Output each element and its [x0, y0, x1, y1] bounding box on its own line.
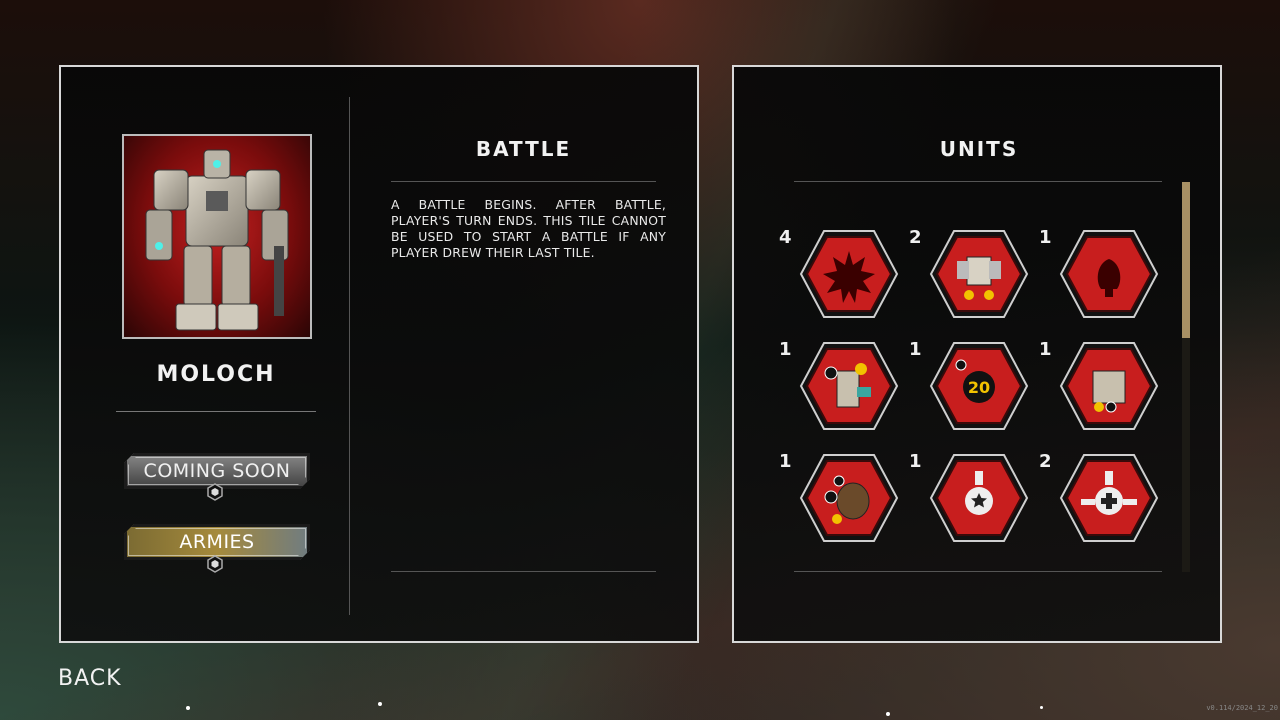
- vertical-divider: [349, 97, 350, 615]
- unit-count: 1: [779, 339, 792, 360]
- unit-count: 1: [1039, 339, 1052, 360]
- units-title: UNITS: [939, 137, 1019, 161]
- divider: [794, 571, 1162, 572]
- bomb-tile-icon: [1059, 230, 1159, 318]
- tile-description: A battle begins. After battle, player's …: [391, 197, 666, 260]
- unit-count: 2: [909, 227, 922, 248]
- unit-tile[interactable]: 2: [909, 227, 1029, 327]
- divider: [391, 181, 656, 182]
- unit-tile[interactable]: 1: [779, 339, 899, 439]
- unit-count: 1: [1039, 227, 1052, 248]
- unit-tile[interactable]: 4: [779, 227, 899, 327]
- scrollbar-thumb[interactable]: [1182, 182, 1190, 338]
- unit-count: 1: [909, 339, 922, 360]
- divider: [794, 181, 1162, 182]
- divider: [116, 411, 316, 412]
- unit-count: 1: [909, 451, 922, 472]
- spark-decoration: [1040, 706, 1043, 709]
- armies-label: ARMIES: [179, 531, 255, 553]
- unit-tile[interactable]: 2: [1039, 451, 1159, 551]
- tank-unit-icon: [799, 454, 899, 542]
- unit-tile[interactable]: 1: [1039, 339, 1159, 439]
- tile-title: BATTLE: [475, 137, 572, 161]
- officer-module-icon: [929, 454, 1029, 542]
- mech-portrait-icon: [145, 149, 289, 331]
- medic-module-icon: [1059, 454, 1159, 542]
- mech-unit-icon: [929, 230, 1029, 318]
- svg-text:20: 20: [968, 378, 990, 397]
- unit-count: 4: [779, 227, 792, 248]
- spark-decoration: [886, 712, 890, 716]
- unit-count: 2: [1039, 451, 1052, 472]
- robot-unit-icon: [1059, 342, 1159, 430]
- hex-node-icon: [207, 483, 223, 501]
- unit-count: 1: [779, 451, 792, 472]
- unit-tile[interactable]: 1: [909, 451, 1029, 551]
- spark-decoration: [378, 702, 382, 706]
- hq-tile-icon: 20: [929, 342, 1029, 430]
- version-label: v0.114/2024_12_20: [1206, 704, 1278, 712]
- back-button[interactable]: BACK: [58, 666, 122, 691]
- spark-decoration: [186, 706, 190, 710]
- divider: [391, 571, 656, 572]
- battle-tile-icon: [799, 230, 899, 318]
- unit-tile[interactable]: 1: [1039, 227, 1159, 327]
- hex-node-icon: [207, 555, 223, 573]
- unit-tile[interactable]: 1 20: [909, 339, 1029, 439]
- faction-name: MOLOCH: [156, 362, 276, 387]
- unit-tile[interactable]: 1: [779, 451, 899, 551]
- coming-soon-label: COMING SOON: [143, 460, 291, 482]
- faction-portrait: [122, 134, 312, 339]
- soldier-unit-icon: [799, 342, 899, 430]
- faction-detail-panel: MOLOCH COMING SOON ARMIES BATTLE A battl…: [59, 65, 699, 643]
- units-panel: UNITS 4 2 1 1 1 20 1 1 1 2: [732, 65, 1222, 643]
